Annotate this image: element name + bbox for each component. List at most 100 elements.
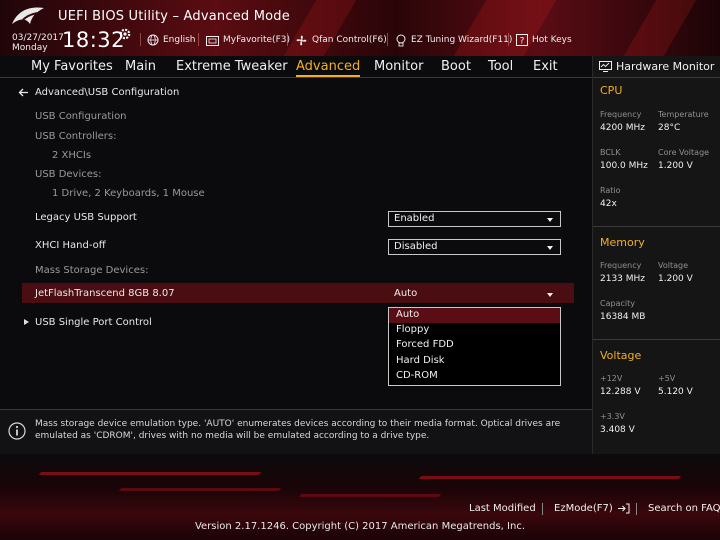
header-decoration [623, 0, 697, 56]
memory-frequency-label: Frequency [600, 261, 642, 270]
footer-decoration [38, 472, 262, 475]
toolbar-divider [140, 33, 141, 46]
mass-storage-devices-label: Mass Storage Devices: [35, 265, 149, 276]
memory-capacity-value: 16384 MB [600, 312, 646, 322]
title-bar: UEFI BIOS Utility – Advanced Mode 03/27/… [0, 0, 720, 56]
cpu-bclk-value: 100.0 MHz [600, 161, 648, 171]
favorite-folder-icon [206, 35, 219, 46]
last-modified-button[interactable]: Last Modified [469, 503, 536, 514]
tab-my-favorites[interactable]: My Favorites [31, 59, 113, 74]
tab-advanced[interactable]: Advanced [296, 59, 361, 77]
ezmode-label: EzMode(F7) [554, 503, 613, 514]
search-faq-label: Search on FAQ [648, 503, 720, 514]
hardware-monitor-title: Hardware Monitor [593, 56, 720, 78]
rog-logo-icon [12, 7, 44, 24]
tab-monitor[interactable]: Monitor [374, 59, 423, 74]
usb-single-port-control-link[interactable]: USB Single Port Control [35, 317, 152, 328]
footer-decoration [118, 488, 282, 491]
monitor-icon [599, 61, 612, 72]
help-key-icon: ? [516, 34, 528, 46]
voltage-5v-value: 5.120 V [658, 387, 693, 397]
cpu-frequency-value: 4200 MHz [600, 123, 646, 133]
jetflash-emulation-select[interactable]: Auto [388, 286, 561, 302]
legacy-usb-support-value: Enabled [394, 213, 435, 224]
dropdown-option-auto[interactable]: Auto [389, 308, 560, 323]
hardware-monitor-panel: Hardware Monitor CPU Frequency Temperatu… [592, 56, 720, 454]
cpu-core-voltage-value: 1.200 V [658, 161, 693, 171]
usb-controllers-value: 2 XHCIs [52, 150, 92, 161]
cpu-temperature-value: 28°C [658, 123, 681, 133]
myfavorite-label: MyFavorite(F3) [223, 35, 290, 45]
main-menu-bar: My Favorites Main Extreme Tweaker Advanc… [0, 56, 592, 78]
cpu-frequency-label: Frequency [600, 110, 642, 119]
chevron-down-icon [547, 246, 553, 250]
header-decoration [453, 0, 557, 56]
weekday-display: Monday [12, 43, 48, 53]
voltage-3v3-value: 3.408 V [600, 425, 635, 435]
breadcrumb-path: Advanced\USB Configuration [35, 87, 180, 98]
back-arrow-icon[interactable] [18, 88, 29, 97]
dropdown-option-hard-disk[interactable]: Hard Disk [389, 354, 560, 369]
cpu-bclk-label: BCLK [600, 148, 621, 157]
tab-exit[interactable]: Exit [533, 59, 558, 74]
footer-bar: Last Modified EzMode(F7) Search on FAQ V… [0, 454, 720, 540]
myfavorite-button[interactable]: MyFavorite(F3) [206, 33, 290, 47]
xhci-hand-off-value: Disabled [394, 241, 438, 252]
ezmode-button[interactable]: EzMode(F7) [554, 503, 630, 514]
jetflash-label: JetFlashTranscend 8GB 8.07 [35, 288, 175, 299]
cpu-ratio-label: Ratio [600, 186, 621, 195]
language-button[interactable]: English [147, 33, 196, 47]
memory-capacity-label: Capacity [600, 299, 635, 308]
voltage-3v3-label: +3.3V [600, 412, 625, 421]
voltage-12v-label: +12V [600, 374, 623, 383]
voltage-12v-value: 12.288 V [600, 387, 641, 397]
tab-boot[interactable]: Boot [441, 59, 471, 74]
xhci-hand-off-select[interactable]: Disabled [388, 239, 561, 255]
dropdown-option-forced-fdd[interactable]: Forced FDD [389, 338, 560, 353]
usb-devices-value: 1 Drive, 2 Keyboards, 1 Mouse [52, 188, 205, 199]
legacy-usb-support-select[interactable]: Enabled [388, 211, 561, 227]
help-description-bar: Mass storage device emulation type. 'AUT… [0, 409, 592, 454]
tab-extreme-tweaker[interactable]: Extreme Tweaker [176, 59, 288, 74]
lightbulb-icon [396, 34, 406, 46]
tab-main[interactable]: Main [125, 59, 156, 74]
search-faq-button[interactable]: Search on FAQ [648, 503, 720, 514]
settings-panel: Advanced\USB Configuration USB Configura… [0, 79, 592, 409]
footer-decoration [298, 494, 442, 497]
section-divider [593, 339, 720, 340]
hot-keys-label: Hot Keys [532, 35, 572, 45]
submenu-arrow-icon [24, 319, 29, 325]
ez-tuning-wizard-button[interactable]: EZ Tuning Wizard(F11) [395, 33, 512, 47]
toolbar-divider [387, 33, 388, 46]
tab-tool[interactable]: Tool [488, 59, 513, 74]
dropdown-option-cd-rom[interactable]: CD-ROM [389, 369, 560, 384]
gear-icon[interactable] [118, 27, 132, 41]
memory-section-title: Memory [600, 236, 645, 249]
chevron-down-icon [547, 218, 553, 222]
cpu-ratio-value: 42x [600, 199, 617, 209]
svg-text:?: ? [520, 37, 525, 47]
usb-controllers-label: USB Controllers: [35, 131, 117, 142]
footer-divider [636, 503, 637, 515]
time-display: 18:32 [62, 28, 126, 52]
memory-frequency-value: 2133 MHz [600, 274, 646, 284]
globe-icon [147, 34, 159, 46]
toolbar-divider [287, 33, 288, 46]
app-title: UEFI BIOS Utility – Advanced Mode [58, 9, 290, 24]
ez-tuning-label: EZ Tuning Wizard(F11) [411, 35, 513, 45]
qfan-label: Qfan Control(F6) [312, 35, 387, 45]
hardware-monitor-label: Hardware Monitor [616, 60, 715, 73]
qfan-control-button[interactable]: Qfan Control(F6) [295, 33, 387, 47]
hot-keys-button[interactable]: ? Hot Keys [516, 33, 572, 47]
legacy-usb-support-label: Legacy USB Support [35, 212, 137, 223]
dropdown-option-floppy[interactable]: Floppy [389, 323, 560, 338]
cpu-core-voltage-label: Core Voltage [658, 148, 710, 157]
exit-arrow-icon [617, 503, 630, 514]
date-display: 03/27/2017 [12, 33, 64, 43]
fan-icon [296, 35, 307, 45]
usb-configuration-heading: USB Configuration [35, 111, 127, 122]
breadcrumb[interactable]: Advanced\USB Configuration [18, 87, 179, 98]
usb-devices-label: USB Devices: [35, 169, 102, 180]
memory-voltage-label: Voltage [658, 261, 689, 270]
footer-decoration [418, 476, 682, 479]
